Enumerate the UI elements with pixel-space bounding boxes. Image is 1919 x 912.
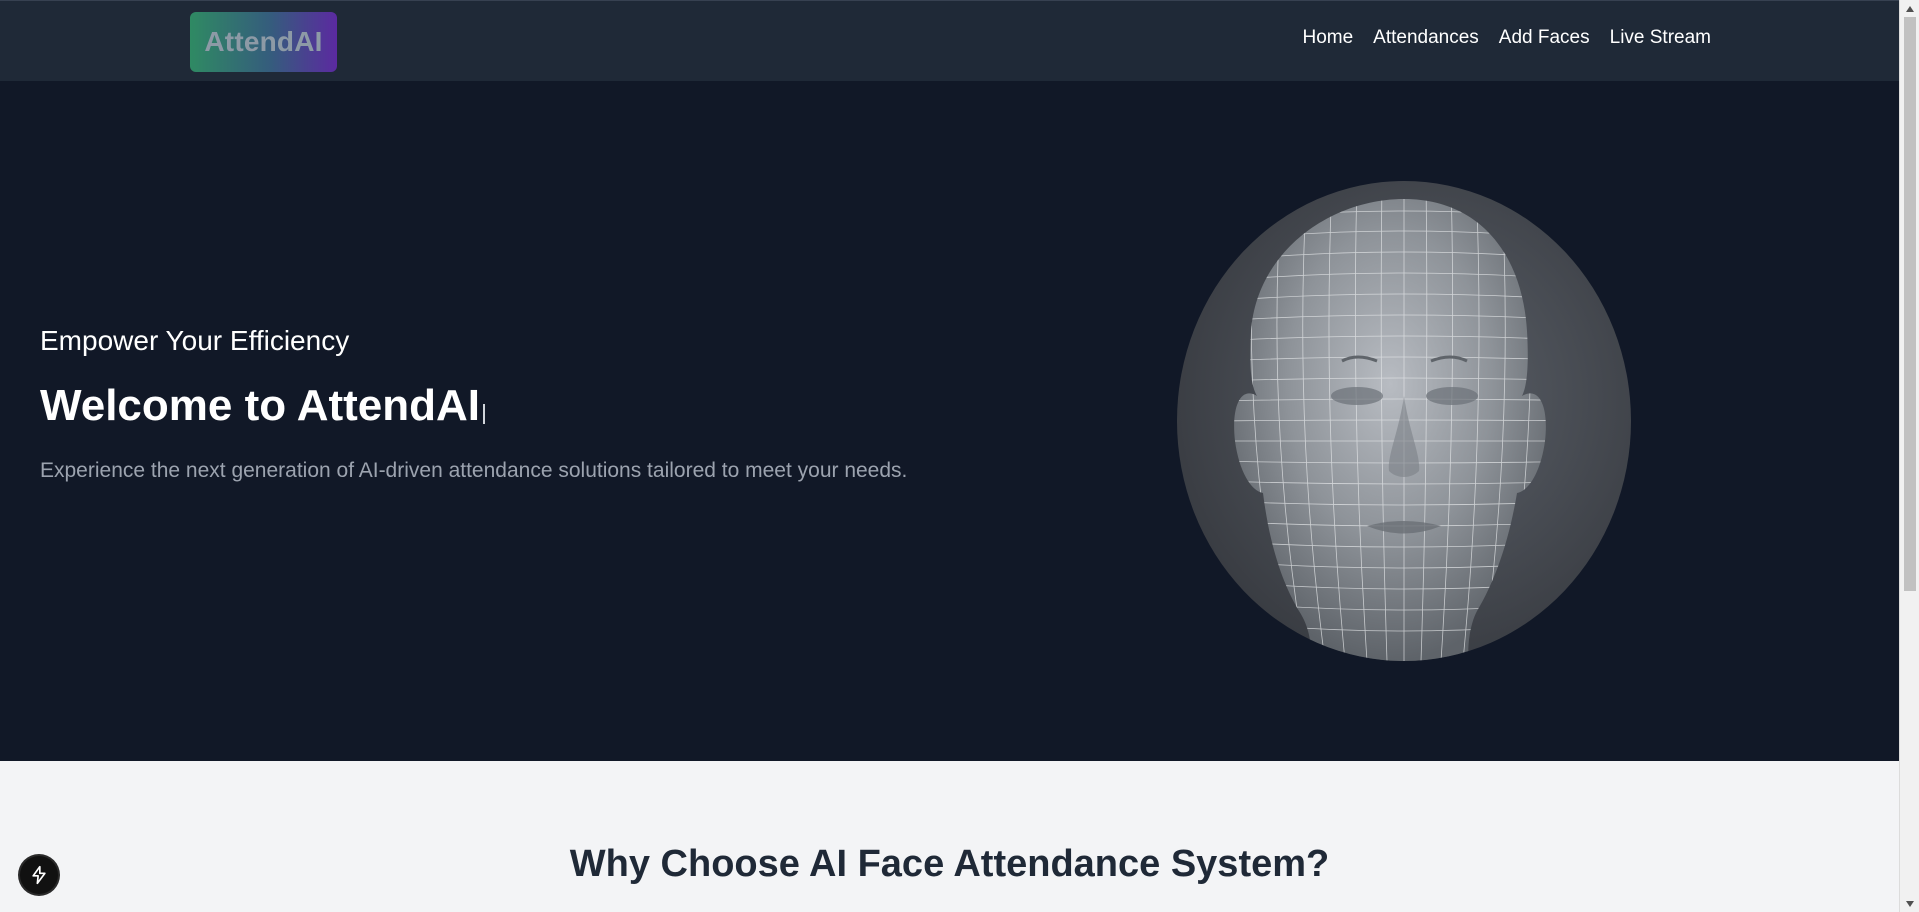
hero-headline: Welcome to AttendAI (40, 381, 486, 431)
typing-cursor (483, 404, 486, 424)
hero-section: Empower Your Efficiency Welcome to Atten… (0, 81, 1899, 761)
nav-attendances-link[interactable]: Attendances (1373, 27, 1479, 49)
lightning-bolt-button[interactable] (20, 856, 58, 894)
nav-home-link[interactable]: Home (1302, 27, 1353, 49)
page: AttendAI Home Attendances Add Faces Live… (0, 0, 1919, 912)
scroll-down-arrow-icon (1906, 900, 1914, 907)
main-content: AttendAI Home Attendances Add Faces Live… (0, 0, 1899, 912)
nav-links: Home Attendances Add Faces Live Stream (1282, 27, 1711, 49)
hero-image (1177, 181, 1631, 661)
logo-text: AttendAI (204, 26, 323, 57)
features-title: Why Choose AI Face Attendance System? (569, 843, 1330, 885)
features-section: Why Choose AI Face Attendance System? (0, 761, 1899, 912)
hero-description: Experience the next generation of AI-dri… (40, 459, 908, 482)
hero-headline-text: Welcome to AttendAI (40, 381, 481, 430)
nav-live-stream-link[interactable]: Live Stream (1610, 27, 1711, 49)
page-scrollbar[interactable] (1899, 0, 1919, 912)
wireframe-face-icon (1234, 199, 1546, 661)
scroll-down-button[interactable] (1900, 895, 1919, 912)
logo[interactable]: AttendAI (190, 12, 337, 72)
scroll-up-arrow-icon (1906, 5, 1914, 12)
scroll-up-button[interactable] (1900, 0, 1919, 17)
hero-tagline: Empower Your Efficiency (40, 325, 350, 356)
scrollbar-thumb[interactable] (1904, 17, 1916, 591)
nav-add-faces-link[interactable]: Add Faces (1499, 27, 1590, 49)
navbar: AttendAI Home Attendances Add Faces Live… (0, 0, 1899, 81)
lightning-bolt-icon (32, 865, 46, 885)
